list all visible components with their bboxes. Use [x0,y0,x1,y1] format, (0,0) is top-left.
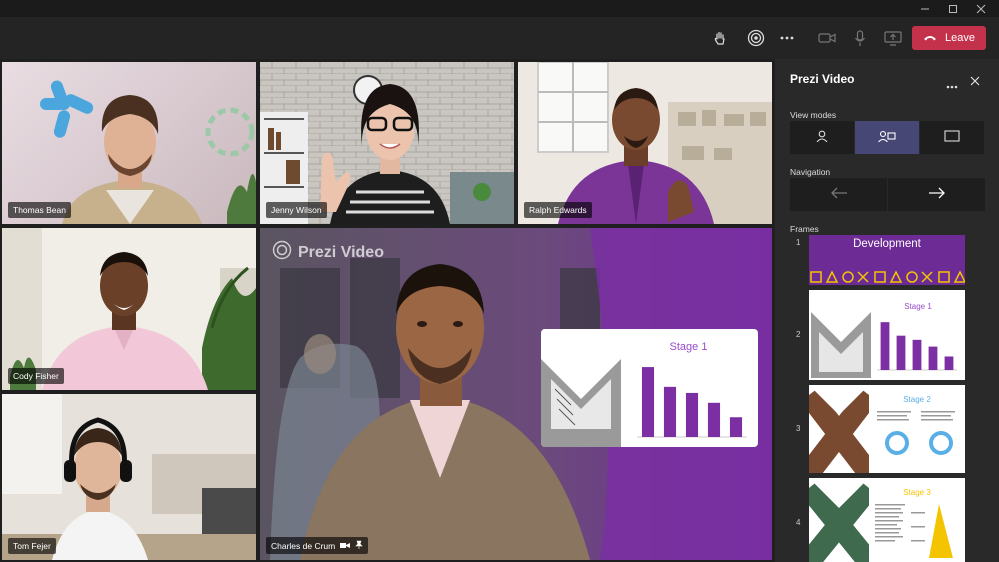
participant-name-tag: Charles de Crum [266,537,369,554]
leave-call-icon [923,32,937,44]
view-mode-content-button[interactable] [920,121,984,154]
participant-video [40,80,256,224]
person-with-content-icon [878,129,896,147]
overlay-card-image [541,329,621,447]
bar [707,402,721,437]
bar [880,322,890,370]
frame-thumb-3[interactable]: Stage 2 [809,385,965,473]
prezi-app-icon[interactable] [745,27,767,49]
bar [928,346,938,370]
bar [685,392,699,437]
bar [912,339,922,370]
camera-on-icon [340,541,351,551]
bar [641,367,655,437]
person-icon [816,129,828,147]
frames-label: Frames [790,224,819,234]
bar [663,386,677,437]
frame-image [811,292,871,378]
frame-title: Development [853,238,921,250]
frame-thumb-2-selected[interactable]: Stage 1 [809,290,965,380]
maximize-icon[interactable] [938,0,968,17]
frame-title: Stage 2 [903,395,931,404]
participant-name-tag: Jenny Wilson [266,202,327,218]
arrow-right-icon [928,186,946,204]
navigation-label: Navigation [790,167,831,177]
frame-number: 1 [796,238,801,247]
participant-video [2,228,256,390]
prezi-watermark: Prezi Video [272,240,384,265]
panel-more-icon[interactable] [946,76,958,94]
participant-video [2,394,256,560]
leave-label: Leave [945,32,975,44]
frame-stage3-graphics [875,504,953,558]
main-stage-charles-de-crum[interactable]: Prezi Video Stage 1 Charles de Crum [260,228,772,560]
view-mode-person-with-content-button[interactable] [855,121,919,154]
frame-stage2-graphics [877,411,955,455]
next-frame-button[interactable] [888,178,985,211]
frame-title: Stage 3 [903,488,931,497]
prezi-overlay-card: Stage 1 [541,329,758,447]
frame-thumb-1[interactable]: Development [809,235,965,285]
previous-frame-button[interactable] [790,178,887,211]
frame-title: Stage 1 [904,302,932,311]
video-tile-jenny-wilson[interactable]: Jenny Wilson [260,62,514,224]
bar [729,417,743,437]
prezi-watermark-text: Prezi Video [298,243,384,261]
video-tile-thomas-bean[interactable]: Thomas Bean [2,62,256,224]
panel-title: Prezi Video [790,72,855,86]
frame-thumb-4[interactable]: Stage 3 [809,478,965,562]
view-modes-label: View modes [790,110,837,120]
share-screen-icon[interactable] [882,27,904,49]
panel-close-icon[interactable] [970,73,980,91]
video-tile-tom-fejer[interactable]: Tom Fejer [2,394,256,560]
frame-image [809,385,869,473]
frame-number: 2 [796,330,801,339]
video-tile-ralph-edwards[interactable]: Ralph Edwards [518,62,772,224]
frame-bar-chart [877,322,957,371]
raise-hand-icon[interactable] [709,27,731,49]
participant-name-tag: Thomas Bean [8,202,71,218]
shape-row-decoration [810,270,965,283]
overlay-bar-chart [637,367,747,438]
arrow-left-icon [830,186,848,204]
camera-icon[interactable] [816,27,838,49]
frame-number: 3 [796,424,801,433]
close-window-icon[interactable] [966,0,996,17]
participant-video [537,62,772,224]
bar [896,335,906,370]
frame-image [809,478,869,562]
content-only-icon [944,129,960,147]
bar [944,356,954,370]
overlay-card-title: Stage 1 [669,341,708,353]
frame-number: 4 [796,518,801,527]
participant-name-tag: Tom Fejer [8,538,56,554]
participant-name-tag: Ralph Edwards [524,202,592,218]
prezi-logo-icon [272,240,292,265]
participant-name-tag: Cody Fisher [8,368,64,384]
minimize-icon[interactable] [910,0,940,17]
view-mode-person-button[interactable] [790,121,854,154]
leave-button[interactable]: Leave [912,26,986,50]
title-bar [0,0,999,17]
microphone-icon[interactable] [849,27,871,49]
pin-icon [355,540,363,551]
participant-video [260,62,514,224]
video-tile-cody-fisher[interactable]: Cody Fisher [2,228,256,390]
more-options-icon[interactable] [776,27,798,49]
